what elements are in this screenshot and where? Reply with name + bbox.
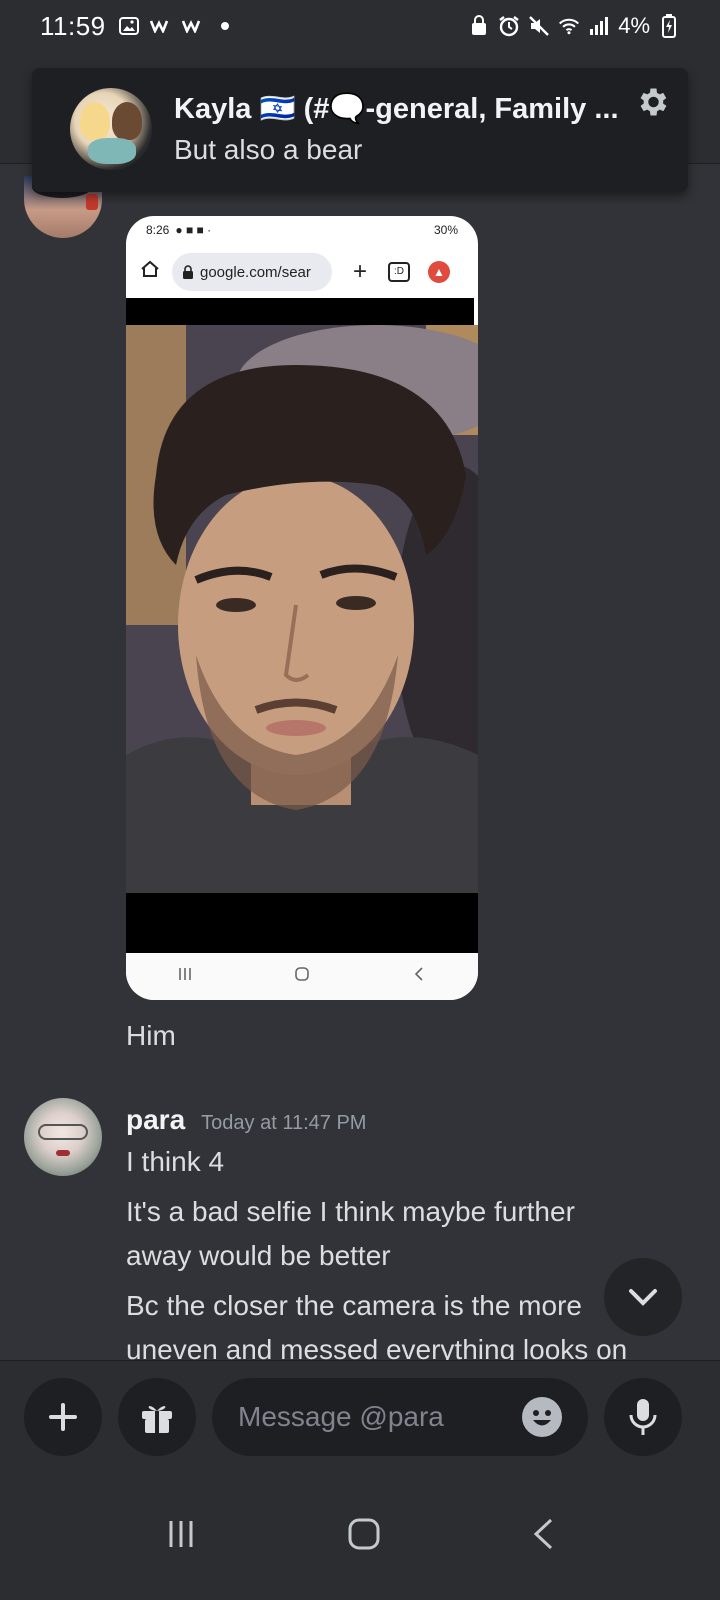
message-composer: Message @para (0, 1360, 720, 1472)
gallery-icon (118, 15, 140, 37)
image-url-text: google.com/sear (200, 263, 311, 281)
message-text: I think 4 (126, 1146, 225, 1177)
image-status-bar: 8:26 ● ■ ■ · 30% (126, 216, 478, 244)
recents-icon (177, 965, 193, 988)
message-text: Bc the closer the camera is the more (126, 1290, 582, 1321)
battery-charging-icon (658, 14, 680, 38)
image-nav-bar (126, 953, 478, 1000)
w-app-icon (149, 15, 172, 37)
home-icon (294, 965, 310, 988)
tabs-icon: :D (388, 262, 410, 282)
chevron-down-icon (629, 1289, 657, 1306)
signal-icon (588, 15, 610, 37)
mute-icon (528, 15, 550, 37)
avatar-lips (56, 1150, 70, 1156)
avatar (70, 88, 152, 170)
gift-icon (142, 1406, 172, 1433)
recents-icon (169, 1520, 193, 1547)
avatar-detail (88, 138, 136, 164)
avatar[interactable] (24, 1098, 102, 1176)
add-attachment-button[interactable] (24, 1378, 102, 1456)
message-text: Him (126, 1020, 176, 1051)
gift-button[interactable] (118, 1378, 196, 1456)
message-image-attachment[interactable]: 8:26 ● ■ ■ · 30% google.com/sear + :D ▲ (126, 216, 478, 1000)
scroll-to-bottom-button[interactable] (604, 1258, 682, 1336)
image-letterbox-top (126, 298, 474, 325)
image-status-time: 8:26 (146, 223, 170, 237)
home-icon (138, 259, 162, 285)
message-text: It's a bad selfie I think maybe further (126, 1196, 575, 1227)
image-status-battery: 30% (433, 223, 458, 237)
image-status-icons: ● ■ ■ · (175, 223, 212, 237)
avatar-detail (112, 102, 142, 140)
selfie-photo (126, 325, 478, 893)
recents-button[interactable] (165, 1518, 197, 1555)
message-timestamp: Today at 11:47 PM (201, 1112, 367, 1134)
wifi-icon (558, 15, 580, 37)
status-time: 11:59 (40, 10, 106, 41)
back-button[interactable] (531, 1517, 555, 1556)
lock-icon (183, 265, 193, 279)
status-bar: 11:59 4% (0, 0, 720, 52)
notification-banner[interactable]: Kayla 🇮🇱 (#🗨️-general, Family ... But al… (32, 68, 688, 192)
selfie-illustration (126, 325, 478, 893)
back-icon (533, 1518, 553, 1549)
w-app-icon (181, 15, 204, 37)
microphone-icon (629, 1399, 657, 1435)
lock-icon (468, 15, 490, 37)
gear-icon[interactable] (632, 84, 672, 124)
avatar-detail (80, 102, 110, 140)
home-icon (348, 1518, 380, 1549)
system-nav-bar (0, 1472, 720, 1600)
message-header: para Today at 11:47 PM (126, 1104, 366, 1136)
message-input-placeholder: Message @para (238, 1401, 444, 1432)
image-browser-toolbar: google.com/sear + :D ▲ (126, 244, 478, 300)
notification-title: Kayla 🇮🇱 (#🗨️-general, Family ... (174, 93, 619, 125)
message-input[interactable]: Message @para (212, 1378, 588, 1456)
battery-percent: 4% (618, 13, 650, 38)
plus-icon: + (352, 258, 367, 285)
emoji-icon[interactable] (522, 1397, 562, 1437)
message-text: away would be better (126, 1240, 391, 1271)
image-url-bar: google.com/sear (172, 253, 332, 291)
status-right-icons: 4% (468, 13, 680, 39)
notification-dot-icon (214, 15, 236, 37)
voice-message-button[interactable] (604, 1378, 682, 1456)
status-left-icons (118, 15, 236, 37)
avatar-detail (86, 194, 98, 210)
alarm-icon (498, 15, 520, 37)
home-button[interactable] (347, 1517, 381, 1556)
plus-icon (49, 1403, 77, 1431)
avatar-glasses (38, 1124, 88, 1140)
notification-body: But also a bear (174, 134, 363, 165)
author-name[interactable]: para (126, 1104, 185, 1136)
update-icon: ▲ (428, 261, 450, 283)
back-icon (411, 965, 427, 988)
image-letterbox-bottom (126, 893, 478, 953)
